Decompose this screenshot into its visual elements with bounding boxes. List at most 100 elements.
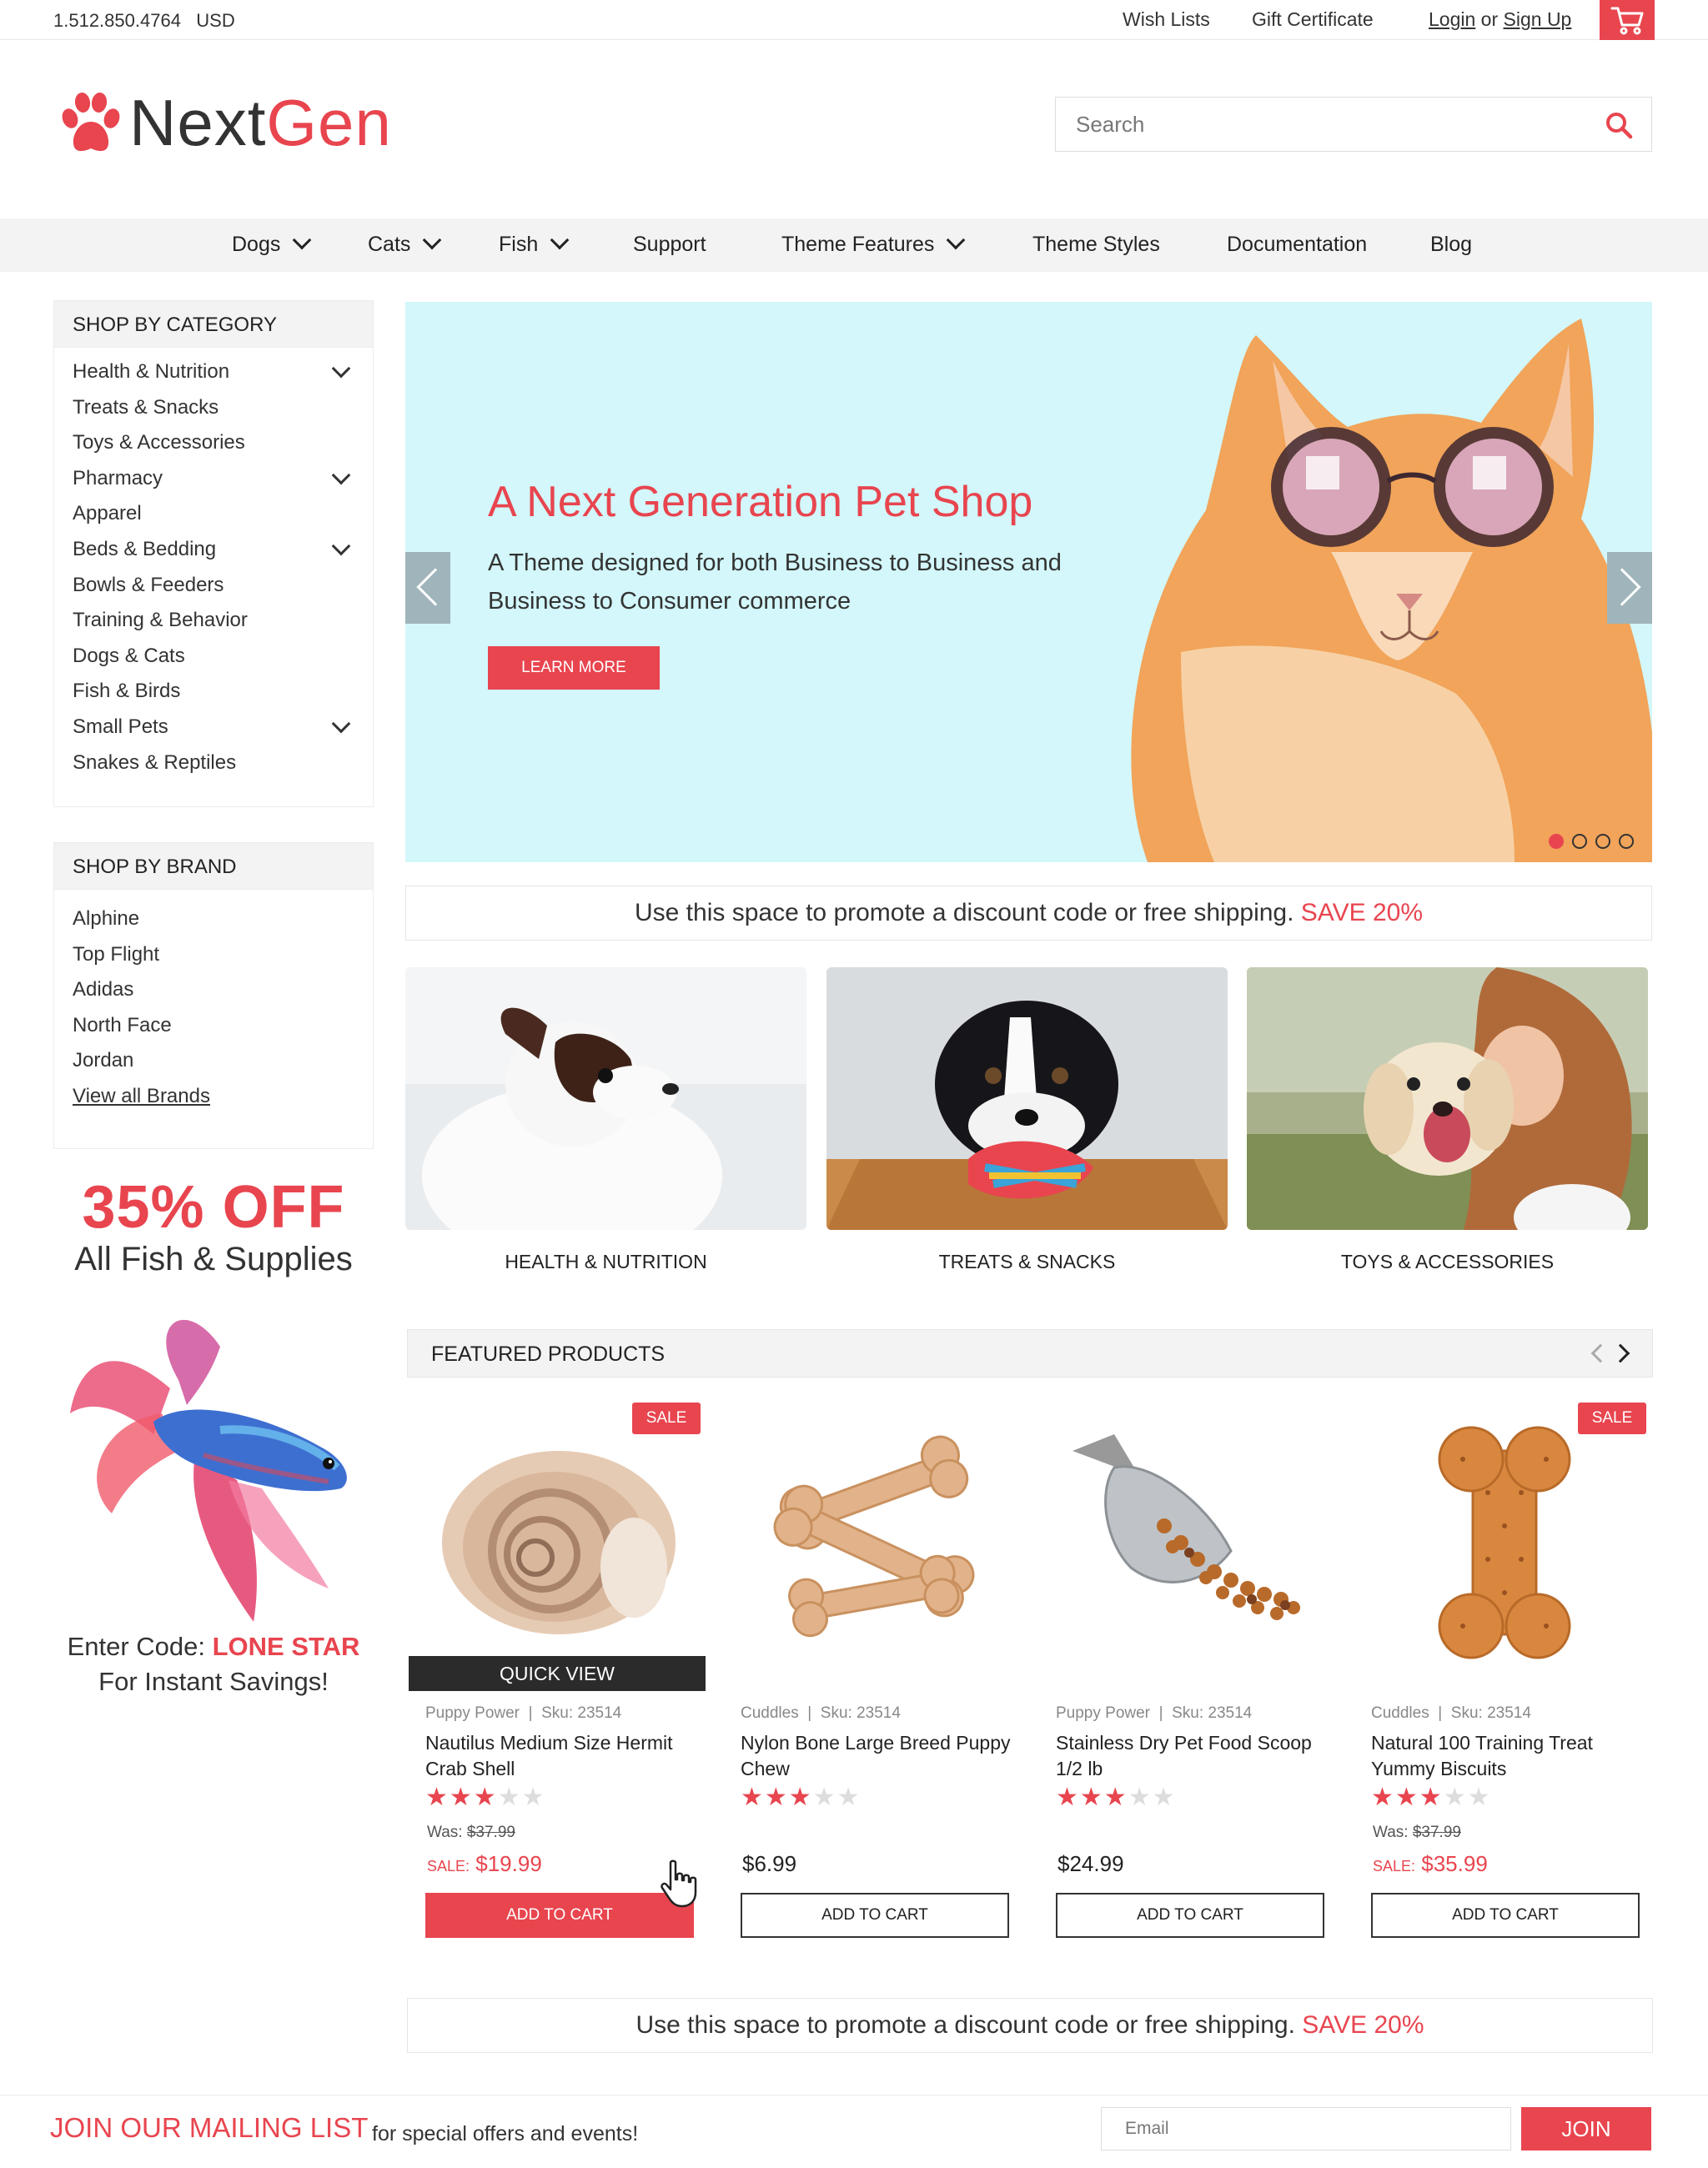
currency-selector[interactable]: USD [196,10,234,31]
phone-number[interactable]: 1.512.850.4764 [53,10,181,31]
add-to-cart-button[interactable]: ADD TO CART [425,1893,694,1938]
product-brand[interactable]: Cuddles [741,1704,799,1722]
category-item[interactable]: Fish & Birds [73,679,354,715]
category-tile-toys-accessories[interactable] [1247,967,1648,1230]
category-label-toys[interactable]: TOYS & ACCESSORIES [1247,1251,1648,1273]
chevron-right-icon[interactable] [1610,1343,1630,1363]
or-text: or [1480,8,1499,30]
email-field[interactable] [1101,2107,1511,2150]
product-name[interactable]: Nylon Bone Large Breed Puppy Chew [741,1730,1016,1782]
product-name[interactable]: Nautilus Medium Size Hermit Crab Shell [425,1730,701,1782]
category-item[interactable]: Health & Nutrition [73,359,354,395]
was-label: Was: [427,1824,463,1841]
slider-dot[interactable] [1619,834,1634,849]
brand-item[interactable]: North Face [73,1013,354,1049]
quick-view-button[interactable]: QUICK VIEW [409,1656,706,1691]
gift-certificate-link[interactable]: Gift Certificate [1252,8,1374,31]
category-label-health[interactable]: HEALTH & NUTRITION [405,1251,806,1273]
product-brand[interactable]: Puppy Power [425,1704,520,1722]
add-to-cart-button[interactable]: ADD TO CART [1056,1893,1324,1938]
category-item[interactable]: Bowls & Feeders [73,573,354,609]
add-to-cart-button[interactable]: ADD TO CART [1371,1893,1640,1938]
nav-item-fish[interactable]: Fish [499,230,570,257]
chevron-down-icon [423,230,442,250]
nav-item-blog[interactable]: Blog [1430,233,1472,257]
category-item[interactable]: Beds & Bedding [73,536,354,573]
product-brand[interactable]: Cuddles [1371,1704,1429,1722]
brand-item[interactable]: Jordan [73,1048,354,1084]
slider-dot[interactable] [1549,834,1564,849]
chevron-right-icon [1603,568,1641,606]
cart-button[interactable] [1600,0,1655,40]
product-card[interactable]: Puppy Power | Sku: 23514 Stainless Dry P… [1039,1401,1339,1943]
category-item[interactable]: Apparel [73,501,354,537]
shop-by-brand: SHOP BY BRAND Alphine Top Flight Adidas … [53,842,374,1149]
product-brand[interactable]: Puppy Power [1056,1704,1150,1722]
nav-item-dogs[interactable]: Dogs [232,230,312,257]
betta-fish-image [70,1319,347,1622]
brand-item[interactable]: Alphine [73,906,354,942]
chevron-down-icon[interactable] [331,465,351,485]
nav-item-theme-styles[interactable]: Theme Styles [1032,233,1160,257]
chevron-down-icon[interactable] [331,536,351,556]
join-button[interactable]: JOIN [1521,2107,1651,2150]
original-price: $37.99 [1412,1824,1461,1841]
nav-label: Dogs [232,233,281,256]
nav-item-support[interactable]: Support [633,233,706,257]
category-item[interactable]: Toys & Accessories [73,430,354,466]
nav-item-documentation[interactable]: Documentation [1227,233,1367,257]
category-item[interactable]: Snakes & Reptiles [73,750,354,786]
search-input[interactable] [1076,109,1576,139]
category-label: Apparel [73,502,142,525]
product-card[interactable]: SALE Cuddles | Sku: 23514 Natural 100 Tr… [1354,1401,1655,1943]
slider-dots [1540,834,1634,853]
category-tile-treats-snacks[interactable] [826,967,1228,1230]
slider-dot[interactable] [1572,834,1587,849]
search-icon[interactable] [1605,111,1633,139]
nav-item-theme-features[interactable]: Theme Features [781,230,966,257]
view-all-brands-link[interactable]: View all Brands [73,1084,354,1120]
category-label-treats[interactable]: TREATS & SNACKS [826,1251,1228,1273]
price-value: $35.99 [1421,1851,1488,1876]
login-link[interactable]: Login [1429,8,1475,30]
chevron-down-icon [293,230,312,250]
product-price: $24.99 [1057,1851,1124,1876]
sign-up-link[interactable]: Sign Up [1504,8,1572,30]
chevron-left-icon[interactable] [1590,1343,1610,1363]
hero-prev-arrow[interactable] [405,552,455,624]
category-item[interactable]: Dogs & Cats [73,644,354,680]
category-label: Fish & Birds [73,680,181,703]
product-name[interactable]: Natural 100 Training Treat Yummy Biscuit… [1371,1730,1646,1782]
product-card[interactable]: Cuddles | Sku: 23514 Nylon Bone Large Br… [724,1401,1024,1943]
product-meta: Puppy Power | Sku: 23514 [425,1704,622,1722]
promo-strip: Use this space to promote a discount cod… [405,886,1652,941]
product-card[interactable]: SALE QUICK VIEW Puppy Power | Sku: 23514… [409,1401,709,1943]
brand-item[interactable]: Adidas [73,977,354,1013]
border-collie-image [826,967,1228,1230]
chevron-down-icon[interactable] [331,714,351,734]
promo-strip-highlight: SAVE 20% [1302,2011,1424,2039]
learn-more-button[interactable]: LEARN MORE [488,646,660,690]
product-name[interactable]: Stainless Dry Pet Food Scoop 1/2 lb [1056,1730,1331,1782]
nav-item-cats[interactable]: Cats [368,230,442,257]
category-item[interactable]: Small Pets [73,714,354,750]
slider-dot[interactable] [1595,834,1610,849]
category-tile-health-nutrition[interactable] [405,967,806,1230]
wish-lists-link[interactable]: Wish Lists [1123,8,1210,31]
was-price: Was: $37.99 [427,1824,515,1842]
hero-next-arrow[interactable] [1603,552,1652,624]
category-item[interactable]: Treats & Snacks [73,395,354,431]
sale-badge: SALE [632,1403,701,1434]
brand-item[interactable]: Top Flight [73,942,354,978]
product-sku: 23514 [1208,1704,1253,1722]
fish-promo-banner[interactable]: 35% OFF All Fish & Supplies [53,1174,374,1277]
product-sku: 23514 [1487,1704,1531,1722]
nav-label: Theme Features [781,233,935,256]
category-item[interactable]: Training & Behavior [73,608,354,644]
food-scoop-image [1073,1434,1300,1620]
add-to-cart-button[interactable]: ADD TO CART [741,1893,1009,1938]
chevron-down-icon[interactable] [331,359,351,379]
sale-badge: SALE [1578,1403,1646,1434]
category-item[interactable]: Pharmacy [73,465,354,502]
logo[interactable]: NextGen [129,90,392,155]
